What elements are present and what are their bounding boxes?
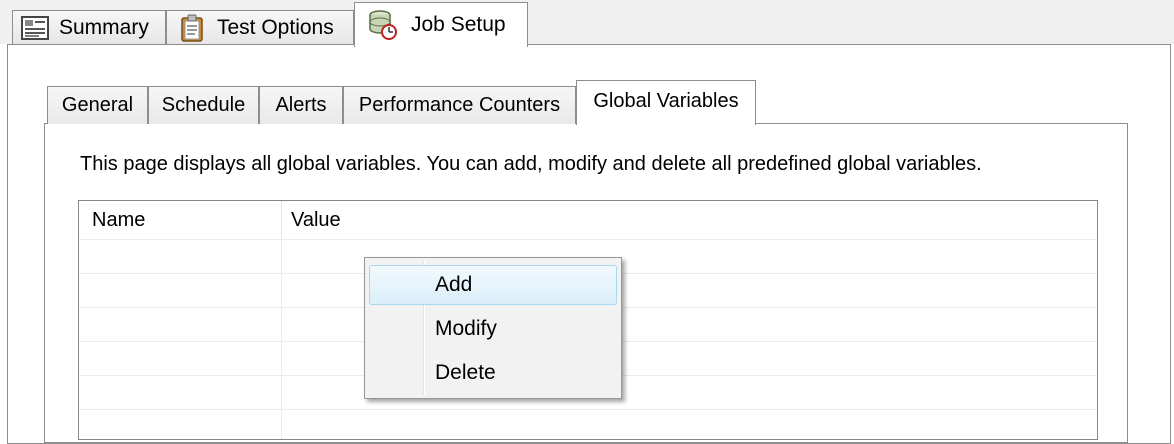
list-header: Name Value — [79, 201, 1097, 239]
menu-item-modify[interactable]: Modify — [369, 309, 617, 349]
tab-test-options[interactable]: Test Options — [166, 10, 354, 45]
page-description: This page displays all global variables.… — [80, 153, 982, 175]
context-menu: Add Modify Delete — [364, 257, 622, 399]
table-row — [79, 409, 1097, 439]
tab-schedule[interactable]: Schedule — [148, 86, 259, 124]
tab-test-options-label: Test Options — [217, 16, 334, 39]
tab-job-setup-label: Job Setup — [411, 13, 506, 36]
tab-summary[interactable]: Summary — [12, 10, 166, 45]
tab-performance-counters[interactable]: Performance Counters — [343, 86, 576, 124]
menu-item-delete[interactable]: Delete — [369, 353, 617, 393]
tab-general[interactable]: General — [47, 86, 148, 124]
clipboard-icon — [181, 14, 203, 42]
tab-global-variables[interactable]: Global Variables — [576, 80, 756, 125]
summary-form-icon — [21, 16, 49, 40]
menu-item-add[interactable]: Add — [369, 265, 617, 305]
tab-job-setup[interactable]: Job Setup — [354, 2, 528, 47]
column-header-name[interactable]: Name — [79, 201, 282, 239]
tab-alerts[interactable]: Alerts — [259, 86, 343, 124]
tab-summary-label: Summary — [59, 16, 149, 39]
column-header-value[interactable]: Value — [282, 201, 1097, 239]
job-setup-icon — [367, 9, 399, 41]
